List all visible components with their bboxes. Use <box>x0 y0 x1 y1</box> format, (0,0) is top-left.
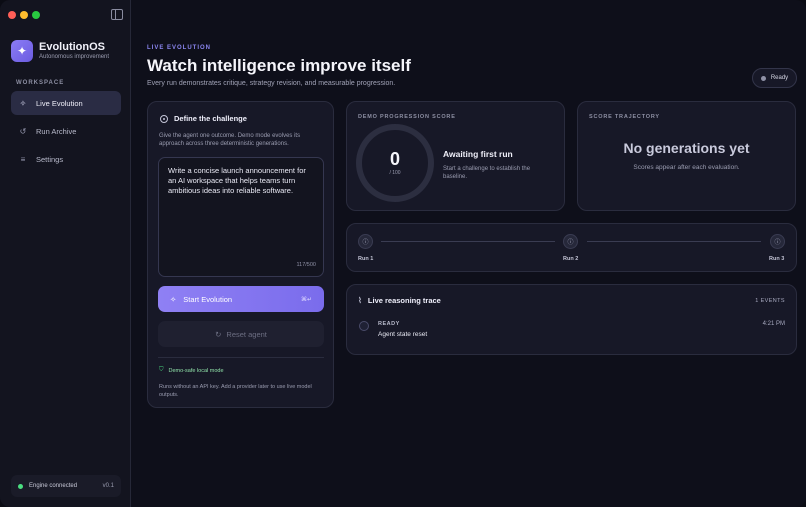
safe-mode-description: Runs without an API key. Add a provider … <box>159 384 312 398</box>
run-2-node-icon[interactable]: ⓘ <box>563 234 578 249</box>
close-window-button[interactable] <box>8 11 16 19</box>
status-badge: Ready <box>752 68 797 88</box>
brand: ✦ EvolutionOS Autonomous improvement <box>11 40 109 62</box>
workspace-section-label: WORKSPACE <box>16 80 65 86</box>
page-title: Watch intelligence improve itself <box>147 56 411 75</box>
trajectory-empty-subtitle: Scores appear after each evaluation. <box>633 164 740 171</box>
sidebar-item-live-evolution[interactable]: ✧ Live Evolution <box>11 91 121 115</box>
score-ring: 0 / 100 <box>356 124 434 202</box>
start-evolution-button[interactable]: ✧ Start Evolution ⌘↵ <box>158 286 324 312</box>
sidebar-nav: ✧ Live Evolution ↺ Run Archive ≡ Setting… <box>11 91 121 175</box>
page-eyebrow: LIVE EVOLUTION <box>147 45 212 51</box>
run-3-node-icon[interactable]: ⓘ <box>770 234 785 249</box>
run-1-label: Run 1 <box>358 256 374 262</box>
trace-event-count: 1 EVENTS <box>755 298 785 304</box>
challenge-title: Define the challenge <box>174 114 247 123</box>
sidebar-item-label: Live Evolution <box>36 98 83 108</box>
score-hint: Start a challenge to establish the basel… <box>443 166 531 180</box>
version-label: v0.1 <box>102 483 114 489</box>
shield-check-icon: ⛉ <box>159 367 164 373</box>
score-card: DEMO PROGRESSION SCORE 0 / 100 Awaiting … <box>346 101 565 211</box>
trace-header: ⌇ Live reasoning trace <box>358 296 441 305</box>
start-evolution-label: Start Evolution <box>183 294 233 304</box>
run-2-label: Run 2 <box>563 256 579 262</box>
sidebar-item-label: Run Archive <box>36 126 77 136</box>
score-max: / 100 <box>389 170 401 176</box>
status-dot-icon <box>18 483 23 489</box>
runs-timeline: ⓘ ⓘ ⓘ Run 1 Run 2 Run 3 <box>346 223 797 272</box>
engine-status: Engine connected v0.1 <box>11 475 121 497</box>
safe-mode-label: Demo-safe local mode <box>168 367 224 374</box>
challenge-prompt-text: Write a concise launch announcement for … <box>168 166 306 195</box>
app-tagline: Autonomous improvement <box>39 53 110 60</box>
sidebar-item-label: Settings <box>36 154 64 164</box>
trajectory-card: SCORE TRAJECTORY No generations yet Scor… <box>577 101 796 211</box>
score-value: 0 <box>389 149 400 169</box>
event-dot-icon <box>359 321 369 331</box>
event-time: 4:21 PM <box>762 321 785 327</box>
status-dot-icon <box>760 75 766 81</box>
reasoning-trace-card: ⌇ Live reasoning trace 1 EVENTS READY Ag… <box>346 284 797 355</box>
reset-icon: ↻ <box>215 329 222 339</box>
sparkle-logo-icon: ✦ <box>11 40 33 62</box>
trajectory-empty-title: No generations yet <box>623 140 750 156</box>
score-card-label: DEMO PROGRESSION SCORE <box>358 114 456 120</box>
divider <box>158 357 324 358</box>
timeline-connector <box>381 241 555 242</box>
challenge-header: Define the challenge <box>160 114 247 123</box>
event-text: Agent state reset <box>378 331 428 338</box>
main-content: LIVE EVOLUTION Watch intelligence improv… <box>131 0 806 507</box>
run-3-label: Run 3 <box>769 256 785 262</box>
target-icon <box>160 114 168 123</box>
app-window: ✦ EvolutionOS Autonomous improvement WOR… <box>0 0 806 507</box>
history-icon: ↺ <box>19 126 27 136</box>
run-1-node-icon[interactable]: ⓘ <box>358 234 373 249</box>
reset-agent-label: Reset agent <box>226 329 267 339</box>
sparkle-icon: ✧ <box>19 98 27 108</box>
challenge-prompt-input[interactable]: Write a concise launch announcement for … <box>158 157 324 277</box>
reset-agent-button[interactable]: ↻ Reset agent <box>158 321 324 347</box>
trace-title: Live reasoning trace <box>367 296 441 305</box>
trajectory-card-label: SCORE TRAJECTORY <box>589 114 660 120</box>
maximize-window-button[interactable] <box>32 11 40 19</box>
event-status: READY <box>378 321 400 327</box>
timeline-connector <box>587 241 761 242</box>
engine-status-label: Engine connected <box>29 483 78 489</box>
sidebar: ✦ EvolutionOS Autonomous improvement WOR… <box>0 0 131 507</box>
challenge-card: Define the challenge Give the agent one … <box>147 101 334 408</box>
window-controls <box>8 11 40 19</box>
challenge-description: Give the agent one outcome. Demo mode ev… <box>159 133 301 147</box>
sidebar-item-run-archive[interactable]: ↺ Run Archive <box>11 119 121 143</box>
sliders-icon: ≡ <box>20 154 26 164</box>
sidebar-item-settings[interactable]: ≡ Settings <box>11 147 121 171</box>
activity-pulse-icon: ⌇ <box>358 296 362 305</box>
safe-mode-indicator: ⛉ Demo-safe local mode <box>159 367 224 374</box>
sidebar-toggle-icon[interactable] <box>111 9 123 20</box>
score-status: Awaiting first run <box>443 149 513 159</box>
app-name: EvolutionOS <box>39 40 105 53</box>
minimize-window-button[interactable] <box>20 11 28 19</box>
page-subtitle: Every run demonstrates critique, strateg… <box>147 80 396 87</box>
sparkle-icon: ✧ <box>170 294 177 304</box>
char-count: 117/500 <box>296 262 316 268</box>
keyboard-shortcut: ⌘↵ <box>300 296 312 303</box>
status-badge-label: Ready <box>770 75 789 81</box>
